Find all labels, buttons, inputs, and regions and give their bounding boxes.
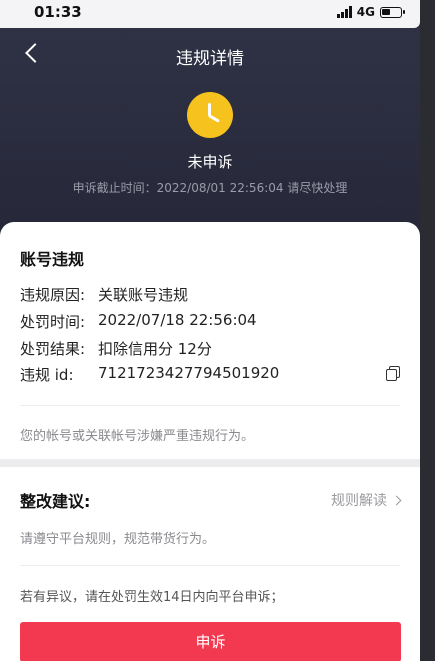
- network-label: 4G: [356, 5, 375, 19]
- row-value: 7121723427794501920: [98, 364, 280, 382]
- phone-screen: 01:33 4G 违规详情 未申诉 申诉截止时间：2022/08/01 22:5…: [0, 0, 420, 661]
- row-value: 扣除信用分 12分: [98, 340, 212, 358]
- battery-icon: [380, 6, 405, 18]
- page-title: 违规详情: [176, 49, 244, 69]
- signal-icon: [336, 6, 352, 18]
- divider: [20, 565, 400, 566]
- divider: [20, 405, 400, 406]
- edge-strip: [420, 0, 435, 661]
- header: 违规详情 未申诉 申诉截止时间：2022/08/01 22:56:04 请尽快处…: [0, 28, 420, 238]
- row-penalty-result: 处罚结果: 扣除信用分 12分: [20, 338, 212, 359]
- row-label: 违规原因:: [20, 286, 86, 304]
- violation-note: 您的帐号或关联帐号涉嫌严重违规行为。: [20, 429, 255, 444]
- status-bar: 01:33 4G: [0, 0, 420, 28]
- row-value: 关联账号违规: [98, 286, 189, 304]
- clock-icon: [187, 92, 233, 138]
- appeal-status: 未申诉: [187, 153, 233, 171]
- appeal-deadline: 申诉截止时间：2022/08/01 22:56:04 请尽快处理: [72, 181, 348, 195]
- row-violation-reason: 违规原因: 关联账号违规: [20, 284, 188, 305]
- rules-link[interactable]: 规则解读: [331, 490, 402, 510]
- row-label: 违规 id:: [20, 366, 74, 384]
- copy-icon[interactable]: [386, 366, 400, 381]
- section-gap: [0, 459, 420, 467]
- row-label: 处罚时间:: [20, 313, 86, 331]
- detail-card: 账号违规 违规原因: 关联账号违规 处罚时间: 2022/07/18 22:56…: [0, 222, 420, 661]
- suggestion-note: 请遵守平台规则，规范带货行为。: [20, 532, 216, 547]
- row-label: 处罚结果:: [20, 340, 86, 358]
- status-time: 01:33: [34, 3, 82, 21]
- suggestion-section-title: 整改建议:: [20, 492, 91, 511]
- row-violation-id: 违规 id: 7121723427794501920: [20, 364, 279, 385]
- violation-section-title: 账号违规: [20, 250, 85, 269]
- row-penalty-time: 处罚时间: 2022/07/18 22:56:04: [20, 311, 257, 332]
- appeal-button[interactable]: 申诉: [20, 622, 401, 661]
- row-value: 2022/07/18 22:56:04: [98, 311, 257, 329]
- status-indicators: 4G: [336, 5, 405, 19]
- rules-link-label: 规则解读: [331, 493, 387, 509]
- chevron-right-icon: [391, 495, 402, 505]
- objection-note: 若有异议，请在处罚生效14日内向平台申诉；: [20, 590, 284, 605]
